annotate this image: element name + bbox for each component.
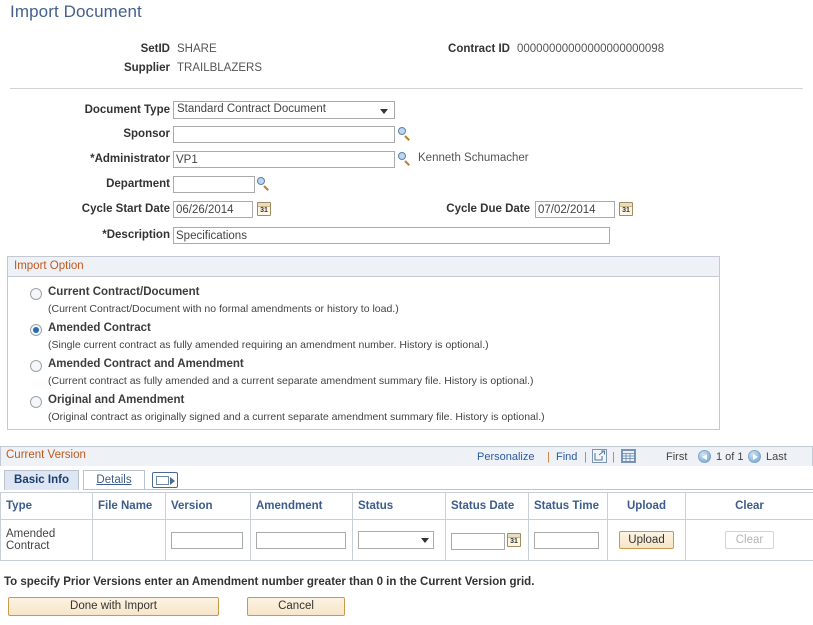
department-input[interactable] <box>173 176 255 193</box>
column-header-type[interactable]: Type <box>0 492 93 520</box>
next-page-button[interactable] <box>748 450 761 463</box>
column-header-amendment[interactable]: Amendment <box>250 492 353 520</box>
chevron-down-icon <box>380 109 388 114</box>
setid-label: SetID <box>140 43 170 55</box>
radio-label-amended-contract: Amended Contract <box>48 322 151 334</box>
cycle-due-date-input[interactable] <box>535 201 615 218</box>
clear-button: Clear <box>724 531 775 549</box>
document-type-select[interactable]: Standard Contract Document <box>173 101 395 119</box>
radio-desc-amended-contract: (Single current contract as fully amende… <box>48 339 489 351</box>
current-version-header <box>0 446 813 466</box>
radio-desc-original-and-amendment: (Original contract as originally signed … <box>48 411 545 423</box>
column-header-version[interactable]: Version <box>165 492 251 520</box>
sponsor-input[interactable] <box>173 126 395 143</box>
column-header-status-date[interactable]: Status Date <box>445 492 529 520</box>
cell-version <box>165 519 251 561</box>
radio-current-contract-document[interactable] <box>30 288 42 300</box>
import-option-groupbox: Import Option Current Contract/Document … <box>7 256 720 430</box>
chevron-down-icon <box>421 538 429 543</box>
current-version-title: Current Version <box>6 449 86 461</box>
sponsor-label: Sponsor <box>123 128 170 140</box>
table-row: Amended Contract 31 Upload Clear <box>0 519 813 561</box>
previous-page-button[interactable] <box>698 450 711 463</box>
supplier-label: Supplier <box>123 62 170 74</box>
cell-file-name <box>92 519 166 561</box>
header-divider <box>10 88 803 89</box>
department-lookup-icon[interactable] <box>257 177 271 191</box>
administrator-name: Kenneth Schumacher <box>418 152 529 164</box>
cell-status-time <box>528 519 608 561</box>
column-header-status[interactable]: Status <box>352 492 446 520</box>
column-header-upload[interactable]: Upload <box>607 492 686 520</box>
page-title: Import Document <box>10 2 142 21</box>
cycle-start-date-calendar-icon[interactable]: 31 <box>257 202 271 216</box>
radio-amended-contract[interactable] <box>30 324 42 336</box>
administrator-input[interactable] <box>173 151 395 168</box>
cell-clear: Clear <box>685 519 813 561</box>
radio-label-current-contract-document: Current Contract/Document <box>48 286 200 298</box>
document-type-value: Standard Contract Document <box>177 103 326 115</box>
import-document-page: Import Document SetID SHARE Supplier TRA… <box>0 0 813 625</box>
document-type-label: Document Type <box>84 104 170 116</box>
link-separator-3: | <box>612 451 615 463</box>
last-page-link[interactable]: Last <box>766 451 787 463</box>
column-header-clear[interactable]: Clear <box>685 492 813 520</box>
link-separator-1: | <box>547 451 550 463</box>
current-version-table: Type File Name Version Amendment Status … <box>0 492 813 561</box>
setid-value: SHARE <box>177 43 217 55</box>
import-option-header <box>8 257 719 277</box>
status-date-calendar-icon[interactable]: 31 <box>507 533 521 548</box>
link-separator-2: | <box>584 451 587 463</box>
tabstrip-baseline <box>145 489 813 490</box>
done-with-import-button[interactable]: Done with Import <box>8 597 219 616</box>
radio-label-original-and-amendment: Original and Amendment <box>48 394 185 406</box>
cancel-button[interactable]: Cancel <box>247 597 345 616</box>
status-date-input[interactable] <box>451 532 505 550</box>
contract-id-label: Contract ID <box>448 43 510 55</box>
tab-details-label: Details <box>96 474 132 486</box>
cell-upload: Upload <box>607 519 686 561</box>
column-header-file-name[interactable]: File Name <box>92 492 166 520</box>
import-option-title: Import Option <box>14 260 84 272</box>
tab-basic-info-label: Basic Info <box>14 474 69 486</box>
show-all-columns-icon[interactable] <box>152 472 178 488</box>
version-input[interactable] <box>171 531 243 549</box>
contract-id-value: 00000000000000000000098 <box>517 43 665 55</box>
view-all-grid-icon[interactable] <box>621 449 636 463</box>
tab-basic-info[interactable]: Basic Info <box>4 470 79 490</box>
radio-desc-current-contract-document: (Current Contract/Document with no forma… <box>48 303 399 315</box>
cell-amendment <box>250 519 353 561</box>
amendment-input[interactable] <box>256 531 346 549</box>
cycle-due-date-label: Cycle Due Date <box>446 203 530 215</box>
prior-versions-note: To specify Prior Versions enter an Amend… <box>4 576 535 588</box>
column-header-status-time[interactable]: Status Time <box>528 492 608 520</box>
cell-type: Amended Contract <box>0 519 93 561</box>
radio-desc-amended-contract-and-amendment: (Current contract as fully amended and a… <box>48 375 534 387</box>
department-label: Department <box>106 178 170 190</box>
cell-status-date: 31 <box>445 519 529 561</box>
description-label: *Description <box>102 229 170 241</box>
personalize-link[interactable]: Personalize <box>477 451 534 463</box>
upload-button[interactable]: Upload <box>619 531 674 549</box>
radio-amended-contract-and-amendment[interactable] <box>30 360 42 372</box>
status-time-input[interactable] <box>534 531 599 549</box>
page-indicator: 1 of 1 <box>716 451 744 463</box>
cycle-due-date-calendar-icon[interactable]: 31 <box>619 202 633 216</box>
radio-original-and-amendment[interactable] <box>30 396 42 408</box>
cycle-start-date-input[interactable] <box>173 201 253 218</box>
description-input[interactable] <box>173 227 610 244</box>
status-select[interactable] <box>358 531 434 549</box>
export-to-excel-icon[interactable] <box>592 449 607 463</box>
first-page-link[interactable]: First <box>666 451 687 463</box>
sponsor-lookup-icon[interactable] <box>398 127 412 141</box>
administrator-label: *Administrator <box>90 153 170 165</box>
radio-label-amended-contract-and-amendment: Amended Contract and Amendment <box>48 358 244 370</box>
supplier-value: TRAILBLAZERS <box>177 62 262 74</box>
cycle-start-date-label: Cycle Start Date <box>81 203 170 215</box>
administrator-lookup-icon[interactable] <box>398 152 412 166</box>
cell-status <box>352 519 446 561</box>
find-link[interactable]: Find <box>556 451 577 463</box>
table-header-row: Type File Name Version Amendment Status … <box>0 492 813 520</box>
tab-details[interactable]: Details <box>83 470 145 490</box>
